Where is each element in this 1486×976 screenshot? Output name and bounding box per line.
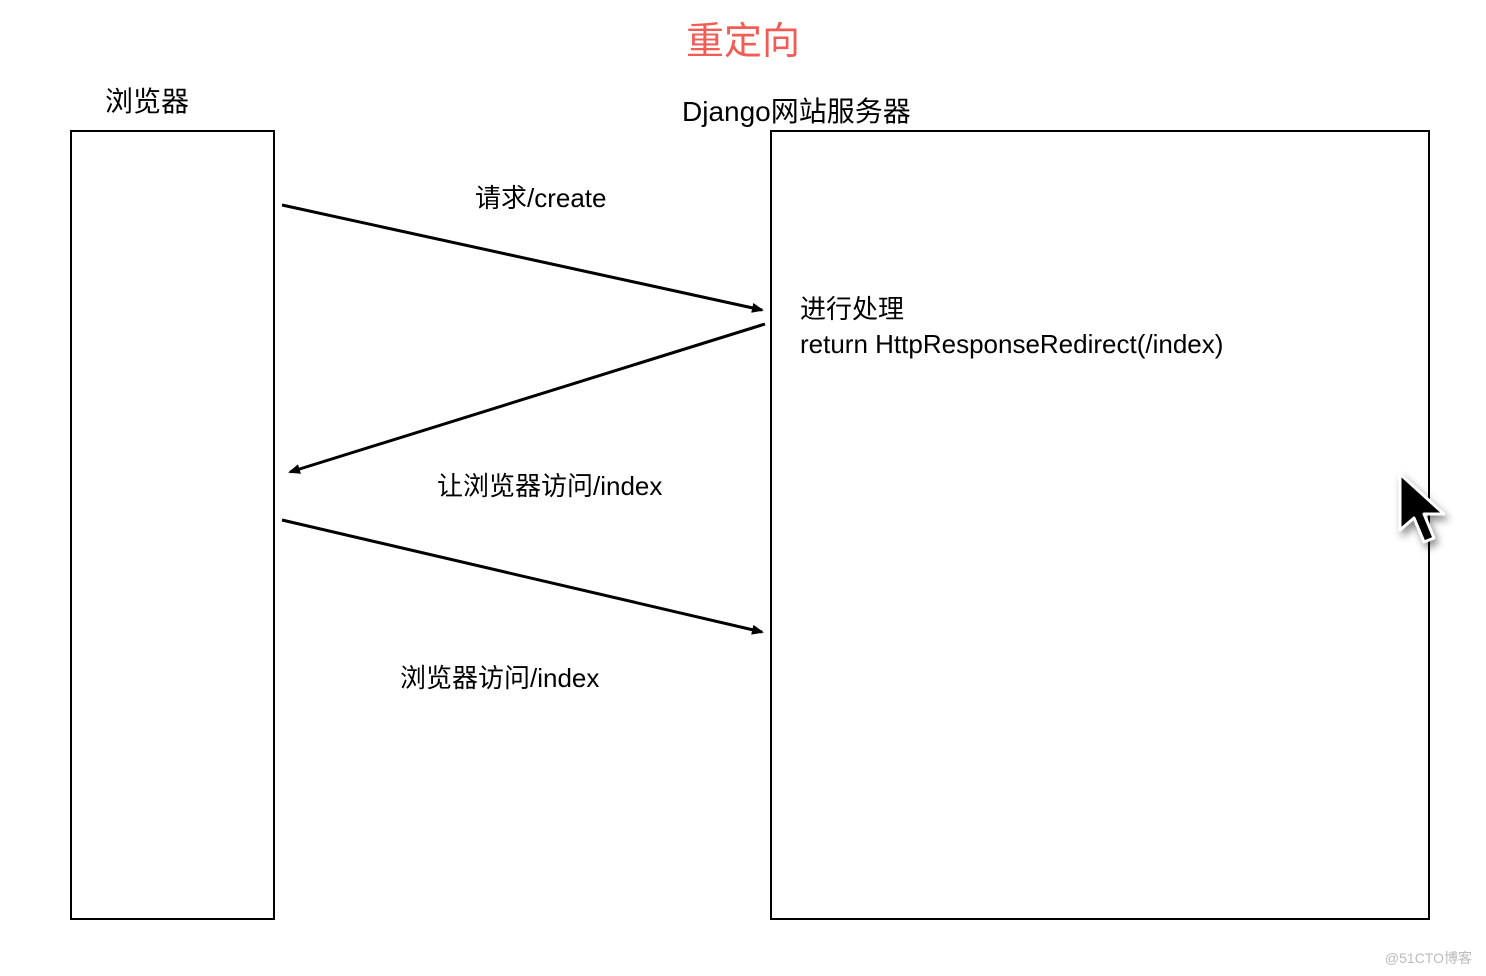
browser-label: 浏览器: [105, 80, 189, 120]
message-request-create: 请求/create: [475, 178, 607, 215]
browser-lifeline-box: [70, 130, 275, 920]
server-lifeline-box: [770, 130, 1430, 920]
server-label: Django网站服务器: [682, 90, 911, 130]
server-response-code: return HttpResponseRedirect(/index): [800, 327, 1223, 362]
arrow-request-create: [282, 205, 762, 310]
message-access-index: 浏览器访问/index: [400, 658, 599, 695]
server-processing-label: 进行处理: [800, 292, 1223, 327]
arrow-redirect-index: [290, 324, 765, 472]
message-redirect-index: 让浏览器访问/index: [437, 466, 662, 503]
cursor-icon: [1395, 470, 1453, 550]
watermark-text: @51CTO博客: [1385, 948, 1472, 968]
arrow-access-index: [282, 520, 762, 632]
diagram-title: 重定向: [686, 10, 800, 65]
server-processing-block: 进行处理 return HttpResponseRedirect(/index): [800, 292, 1223, 362]
